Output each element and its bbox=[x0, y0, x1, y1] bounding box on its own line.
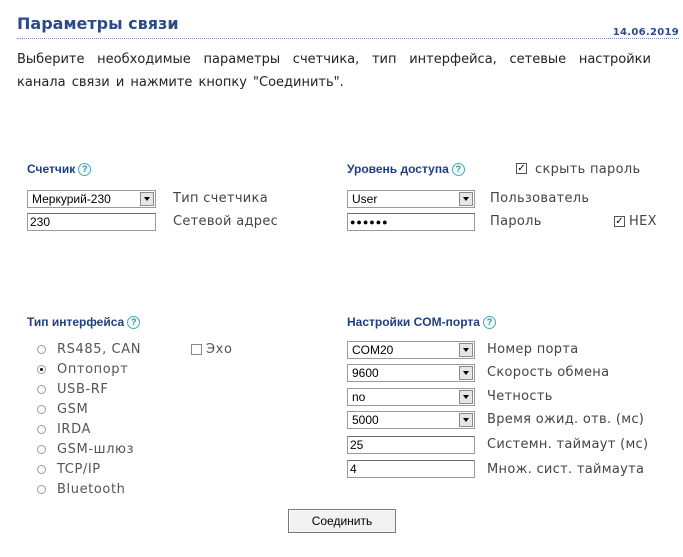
com-parity-select[interactable]: no bbox=[347, 388, 475, 406]
com-section-label: Настройки COM-порта bbox=[347, 315, 480, 329]
interface-option-label: Bluetooth bbox=[57, 482, 126, 497]
access-section-title: Уровень доступа? bbox=[347, 162, 465, 176]
sys-timeout-input[interactable]: 25 bbox=[347, 436, 475, 454]
hide-password-checkbox[interactable]: ✓ bbox=[516, 163, 527, 174]
interface-radio-bluetooth[interactable] bbox=[37, 485, 46, 494]
intro-text: Выберите необходимые параметры счетчика,… bbox=[17, 52, 651, 90]
interface-section-title: Тип интерфейса? bbox=[27, 315, 141, 329]
timeout-multiplier-input[interactable]: 4 bbox=[347, 460, 475, 478]
com-speed-label: Скорость обмена bbox=[487, 365, 610, 380]
interface-option-label: GSM-шлюз bbox=[57, 442, 135, 457]
chevron-down-icon[interactable] bbox=[459, 413, 473, 427]
timeout-multiplier-label: Множ. сист. таймаута bbox=[487, 462, 645, 477]
connect-button[interactable]: Соединить bbox=[288, 509, 396, 533]
echo-label: Эхо bbox=[206, 342, 233, 357]
interface-radio-gsm[interactable] bbox=[37, 405, 46, 414]
interface-radio-irda[interactable] bbox=[37, 425, 46, 434]
com-timeout-value: 5000 bbox=[352, 413, 379, 427]
interface-radio-gsm-gateway[interactable] bbox=[37, 445, 46, 454]
interface-radio-usb-rf[interactable] bbox=[37, 385, 46, 394]
password-input[interactable]: ●●●●●● bbox=[347, 213, 475, 231]
interface-radio-tcp-ip[interactable] bbox=[37, 465, 46, 474]
interface-option-label: TCP/IP bbox=[57, 462, 101, 477]
com-port-value: COM20 bbox=[352, 343, 394, 357]
access-section-label: Уровень доступа bbox=[347, 162, 449, 176]
interface-option-label: IRDA bbox=[57, 422, 91, 437]
access-user-select[interactable]: User bbox=[347, 190, 475, 208]
page-title: Параметры связи bbox=[17, 14, 179, 33]
com-port-select[interactable]: COM20 bbox=[347, 341, 475, 359]
interface-option-label: USB-RF bbox=[57, 382, 109, 397]
page-date: 14.06.2019 bbox=[612, 27, 679, 38]
sys-timeout-label: Системн. таймаут (мс) bbox=[487, 437, 649, 452]
interface-option-label: GSM bbox=[57, 402, 89, 417]
title-divider bbox=[17, 38, 679, 39]
password-label: Пароль bbox=[490, 214, 542, 229]
meter-address-input[interactable]: 230 bbox=[27, 213, 156, 231]
meter-type-select[interactable]: Меркурий-230 bbox=[27, 190, 156, 208]
hide-password-label: скрыть пароль bbox=[535, 162, 641, 177]
password-mask: ●●●●●● bbox=[350, 217, 389, 227]
interface-section-label: Тип интерфейса bbox=[27, 315, 125, 329]
hex-label: HEX bbox=[629, 214, 657, 229]
com-timeout-select[interactable]: 5000 bbox=[347, 411, 475, 429]
chevron-down-icon[interactable] bbox=[459, 192, 473, 206]
com-speed-select[interactable]: 9600 bbox=[347, 364, 475, 382]
interface-option-label: RS485, CAN bbox=[57, 342, 142, 357]
interface-option-label: Оптопорт bbox=[57, 362, 129, 377]
interface-radio-rs485[interactable] bbox=[37, 345, 46, 354]
chevron-down-icon[interactable] bbox=[459, 390, 473, 404]
com-timeout-label: Время ожид. отв. (мс) bbox=[487, 412, 645, 427]
meter-address-label: Сетевой адрес bbox=[173, 214, 279, 229]
com-section-title: Настройки COM-порта? bbox=[347, 315, 496, 329]
access-user-label: Пользователь bbox=[490, 191, 590, 206]
help-icon[interactable]: ? bbox=[78, 163, 92, 176]
com-parity-label: Четность bbox=[487, 389, 553, 404]
hex-checkbox[interactable]: ✓ bbox=[614, 216, 625, 227]
meter-type-value: Меркурий-230 bbox=[32, 192, 111, 206]
help-icon[interactable]: ? bbox=[482, 316, 496, 329]
meter-section-title: Счетчик? bbox=[27, 162, 92, 176]
access-user-value: User bbox=[352, 192, 378, 206]
meter-address-value: 230 bbox=[30, 215, 51, 229]
timeout-multiplier-value: 4 bbox=[350, 462, 357, 476]
chevron-down-icon[interactable] bbox=[459, 366, 473, 380]
chevron-down-icon[interactable] bbox=[459, 343, 473, 357]
meter-type-label: Тип счетчика bbox=[173, 191, 268, 206]
help-icon[interactable]: ? bbox=[127, 316, 141, 329]
sys-timeout-value: 25 bbox=[350, 438, 364, 452]
com-speed-value: 9600 bbox=[352, 366, 379, 380]
echo-checkbox[interactable] bbox=[191, 344, 202, 355]
com-port-label: Номер порта bbox=[487, 342, 579, 357]
interface-radio-optoport[interactable] bbox=[37, 365, 46, 374]
chevron-down-icon[interactable] bbox=[140, 192, 154, 206]
com-parity-value: no bbox=[352, 390, 366, 404]
help-icon[interactable]: ? bbox=[451, 163, 465, 176]
meter-section-label: Счетчик bbox=[27, 162, 76, 176]
